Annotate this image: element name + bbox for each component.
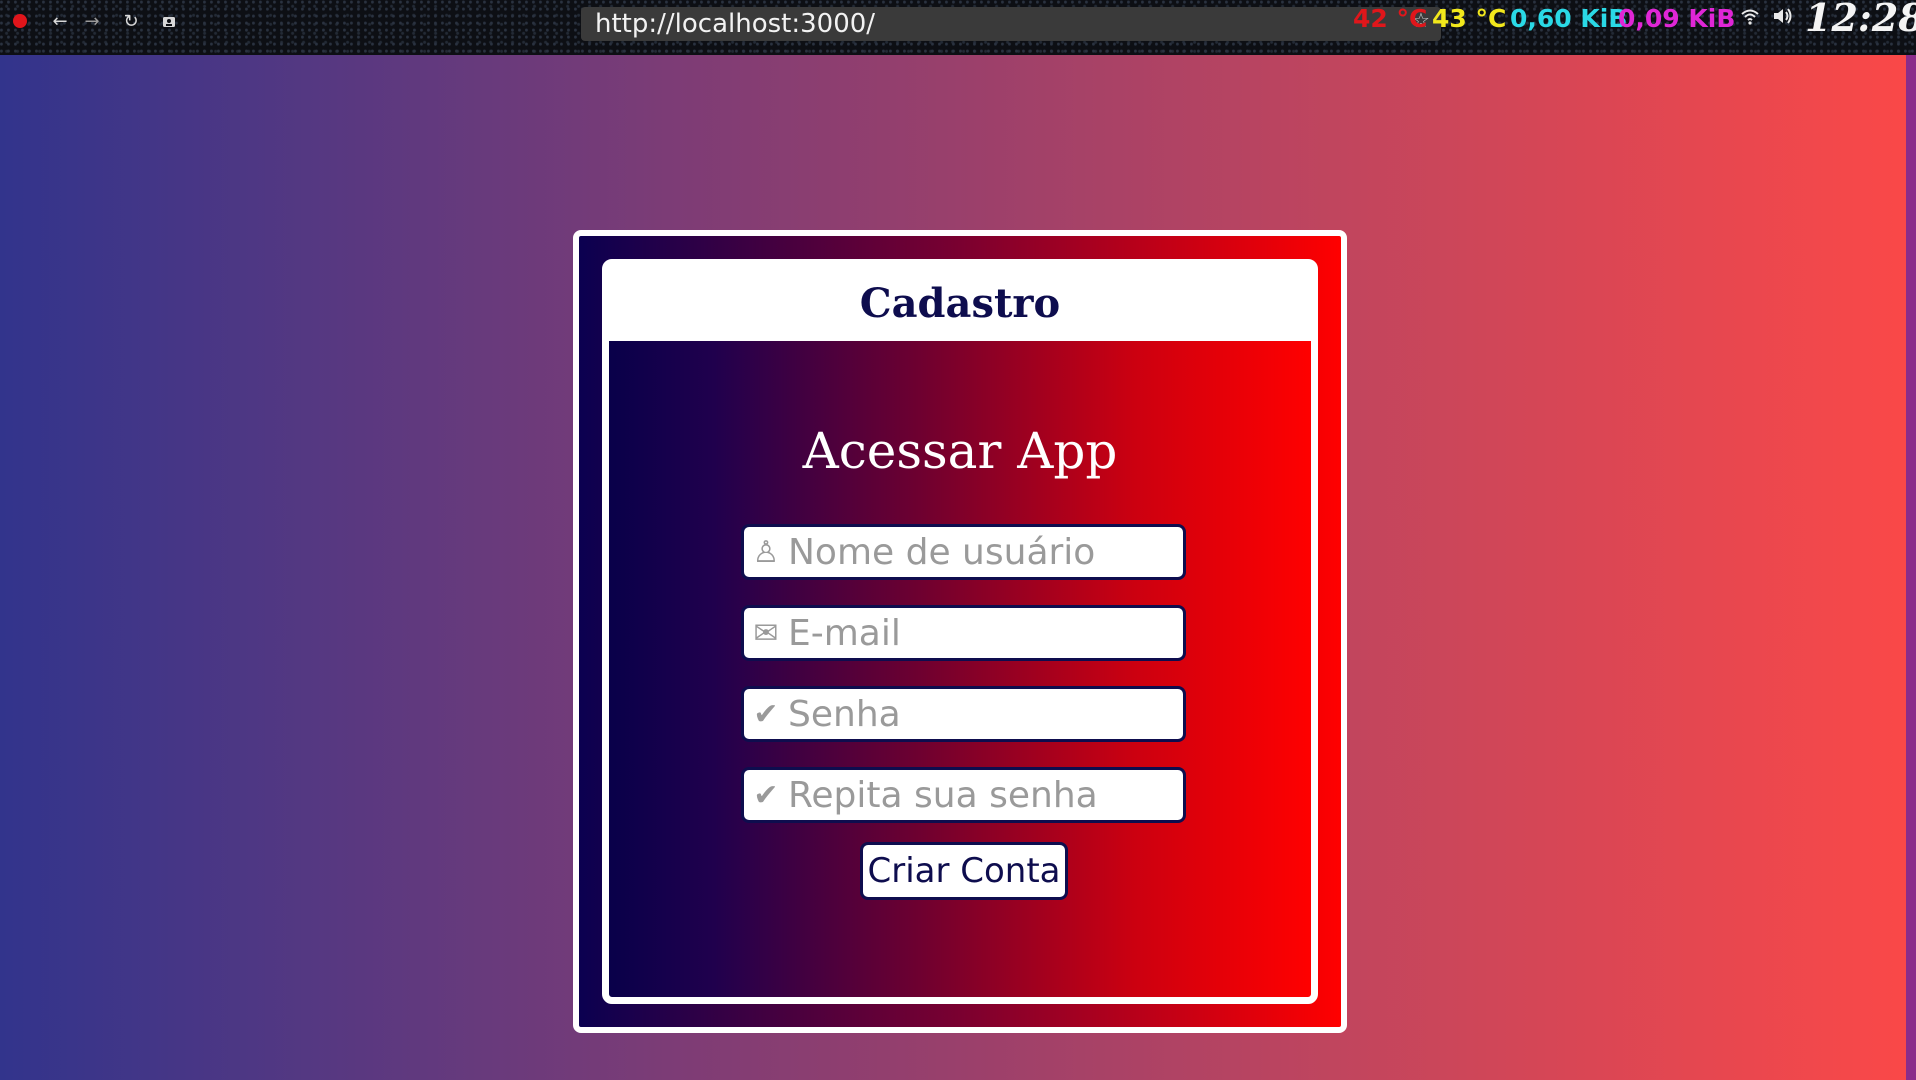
- signup-card-outer: Cadastro Acessar App ♙ ✉ ✔ ✔ Criar Conta: [573, 230, 1347, 1033]
- forward-button[interactable]: →: [78, 8, 106, 36]
- browser-top-bar: ← → ↻ http://localhost:3000/ ☆ 42 °C 43 …: [0, 0, 1916, 55]
- network-upload: 0,09 KiB: [1618, 4, 1736, 33]
- username-input[interactable]: [788, 531, 1178, 573]
- signup-card-inner: Cadastro Acessar App ♙ ✉ ✔ ✔ Criar Conta: [602, 259, 1318, 1004]
- page-background: Cadastro Acessar App ♙ ✉ ✔ ✔ Criar Conta: [0, 55, 1906, 1080]
- reload-icon: ↻: [123, 11, 139, 32]
- email-field[interactable]: ✉: [741, 605, 1186, 661]
- repeat-password-field[interactable]: ✔: [741, 767, 1186, 823]
- forward-arrow-icon: →: [84, 11, 100, 32]
- extension-icon: [163, 17, 175, 27]
- cpu-temp-1: 42 °C: [1353, 4, 1428, 33]
- mail-icon: ✉: [753, 615, 779, 651]
- back-arrow-icon: ←: [52, 11, 68, 32]
- network-download: 0,60 KiB: [1510, 4, 1628, 33]
- back-button[interactable]: ←: [46, 8, 74, 36]
- username-field[interactable]: ♙: [741, 524, 1186, 580]
- form-subtitle: Acessar App: [802, 422, 1118, 480]
- extension-button[interactable]: [155, 8, 183, 36]
- system-clock: 12:28: [1805, 0, 1916, 40]
- cpu-temp-2: 43 °C: [1432, 4, 1507, 33]
- scrollbar[interactable]: [1906, 55, 1916, 1080]
- url-bar[interactable]: http://localhost:3000/: [581, 7, 1441, 41]
- password-input[interactable]: [788, 693, 1178, 735]
- email-input[interactable]: [788, 612, 1178, 654]
- wifi-icon[interactable]: [1740, 4, 1760, 34]
- user-icon: ♙: [752, 534, 780, 570]
- reload-button[interactable]: ↻: [117, 8, 145, 36]
- volume-icon[interactable]: [1772, 4, 1794, 34]
- record-indicator-icon[interactable]: [13, 14, 27, 28]
- check-icon: ✔: [753, 777, 779, 813]
- card-header: Cadastro: [609, 266, 1311, 341]
- check-icon: ✔: [753, 696, 779, 732]
- repeat-password-input[interactable]: [788, 774, 1178, 816]
- card-title: Cadastro: [859, 280, 1061, 327]
- create-account-button[interactable]: Criar Conta: [860, 842, 1068, 900]
- password-field[interactable]: ✔: [741, 686, 1186, 742]
- url-text: http://localhost:3000/: [595, 9, 876, 39]
